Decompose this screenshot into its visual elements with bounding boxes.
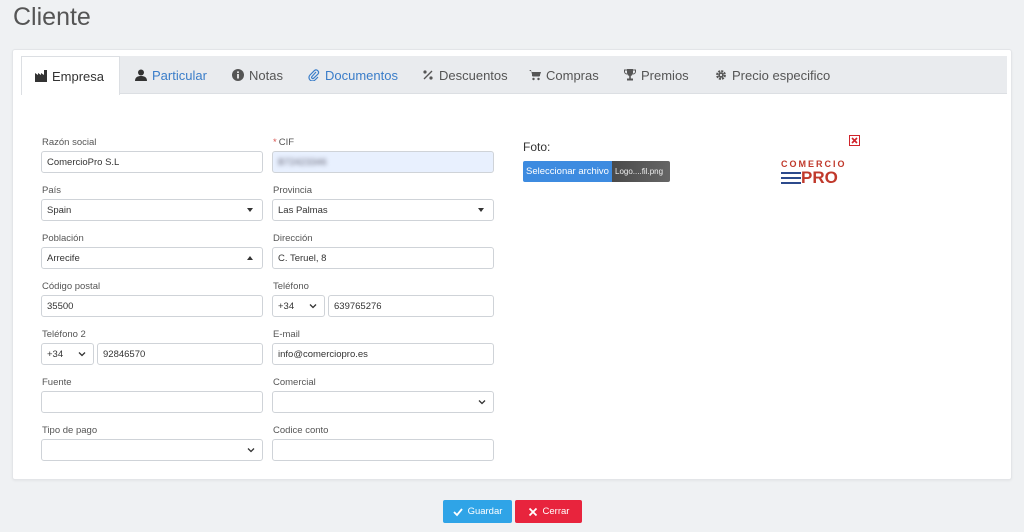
- percent-icon: [422, 69, 434, 81]
- tab-particular[interactable]: Particular: [135, 56, 207, 94]
- codice-conto-input[interactable]: [272, 439, 494, 461]
- logo-main-text: PRO: [801, 168, 838, 187]
- select-file-button[interactable]: Seleccionar archivo: [523, 161, 612, 182]
- telefono-prefix-select[interactable]: +34: [272, 295, 325, 317]
- chevron-down-icon: [247, 448, 255, 453]
- remove-image-icon[interactable]: [849, 135, 860, 146]
- required-mark: *: [273, 137, 277, 148]
- cif-value: B72423346: [278, 156, 327, 168]
- codigo-postal-value: 35500: [47, 300, 74, 312]
- poblacion-value: Arrecife: [47, 252, 80, 264]
- pais-select[interactable]: Spain: [41, 199, 263, 221]
- tab-label: Premios: [641, 67, 689, 83]
- paperclip-icon: [308, 69, 320, 81]
- tab-label: Particular: [152, 67, 207, 83]
- tab-premios[interactable]: Premios: [624, 56, 689, 94]
- pais-label: País: [42, 185, 62, 196]
- company-logo: COMERCIO PRO: [779, 159, 847, 189]
- tab-notas[interactable]: Notas: [232, 56, 283, 94]
- chevron-down-icon: [309, 304, 317, 309]
- fuente-label: Fuente: [42, 377, 72, 388]
- gear-icon: [715, 69, 727, 81]
- factory-icon: [35, 70, 47, 82]
- tab-label: Compras: [546, 67, 599, 83]
- direccion-input[interactable]: C. Teruel, 8: [272, 247, 494, 269]
- poblacion-select[interactable]: Arrecife: [41, 247, 263, 269]
- provincia-label: Provincia: [273, 185, 313, 196]
- codigo-postal-label: Código postal: [42, 281, 101, 292]
- cif-input[interactable]: B72423346: [272, 151, 494, 173]
- tab-descuentos[interactable]: Descuentos: [422, 56, 508, 94]
- tab-precio-especifico[interactable]: Precio especifico: [715, 56, 830, 94]
- telefono2-prefix-value: +34: [47, 348, 64, 360]
- tab-compras[interactable]: Compras: [529, 56, 599, 94]
- info-icon: [232, 69, 244, 81]
- cif-label: * CIF: [273, 137, 294, 148]
- save-button[interactable]: Guardar: [443, 500, 512, 523]
- tab-label: Notas: [249, 67, 283, 83]
- telefono-label: Teléfono: [273, 281, 309, 292]
- tab-documentos[interactable]: Documentos: [308, 56, 398, 94]
- close-button[interactable]: Cerrar: [515, 500, 582, 523]
- tab-label: Descuentos: [439, 67, 508, 83]
- codice-conto-label: Codice conto: [273, 425, 329, 436]
- direccion-value: C. Teruel, 8: [278, 252, 327, 264]
- provincia-select[interactable]: Las Palmas: [272, 199, 494, 221]
- comercial-label: Comercial: [273, 377, 316, 388]
- close-icon: [528, 507, 537, 516]
- foto-label: Foto:: [523, 140, 551, 154]
- tab-label: Precio especifico: [732, 67, 831, 83]
- file-name: Logo....fil.png: [612, 161, 670, 182]
- razon-social-label: Razón social: [42, 137, 97, 148]
- pais-value: Spain: [47, 204, 72, 216]
- chevron-down-icon: [78, 352, 86, 357]
- poblacion-label: Población: [42, 233, 84, 244]
- comercial-select[interactable]: [272, 391, 494, 413]
- telefono-value: 639765276: [334, 300, 382, 312]
- caret-up-icon: [247, 256, 253, 260]
- direccion-label: Dirección: [273, 233, 313, 244]
- tipo-pago-select[interactable]: [41, 439, 263, 461]
- cif-label-text: CIF: [278, 137, 295, 148]
- telefono-input[interactable]: 639765276: [328, 295, 494, 317]
- email-input[interactable]: info@comerciopro.es: [272, 343, 494, 365]
- check-icon: [452, 507, 463, 516]
- razon-social-input[interactable]: ComercioPro S.L: [41, 151, 263, 173]
- email-value: info@comerciopro.es: [278, 348, 368, 360]
- close-label: Cerrar: [542, 506, 570, 517]
- user-icon: [135, 69, 147, 81]
- tab-label: Empresa: [52, 68, 105, 84]
- page-title: Cliente: [13, 3, 91, 31]
- logo-lines: [781, 172, 801, 187]
- telefono2-label: Teléfono 2: [42, 329, 86, 340]
- telefono2-prefix-select[interactable]: +34: [41, 343, 94, 365]
- email-label: E-mail: [273, 329, 300, 340]
- telefono-prefix-value: +34: [278, 300, 295, 312]
- caret-down-icon: [247, 208, 253, 212]
- caret-down-icon: [478, 208, 484, 212]
- telefono2-input[interactable]: 92846570: [97, 343, 263, 365]
- tipo-pago-label: Tipo de pago: [42, 425, 98, 436]
- provincia-value: Las Palmas: [278, 204, 328, 216]
- trophy-icon: [624, 69, 636, 81]
- fuente-input[interactable]: [41, 391, 263, 413]
- tab-bar: Empresa Particular Notas Documentos Desc…: [21, 56, 1007, 95]
- tab-empresa[interactable]: Empresa: [21, 56, 120, 95]
- chevron-down-icon: [478, 400, 486, 405]
- save-label: Guardar: [467, 506, 503, 517]
- tab-label: Documentos: [325, 67, 398, 83]
- telefono2-value: 92846570: [103, 348, 146, 360]
- cart-icon: [529, 69, 541, 81]
- codigo-postal-input[interactable]: 35500: [41, 295, 263, 317]
- razon-social-value: ComercioPro S.L: [47, 156, 120, 168]
- client-panel: Empresa Particular Notas Documentos Desc…: [12, 49, 1012, 480]
